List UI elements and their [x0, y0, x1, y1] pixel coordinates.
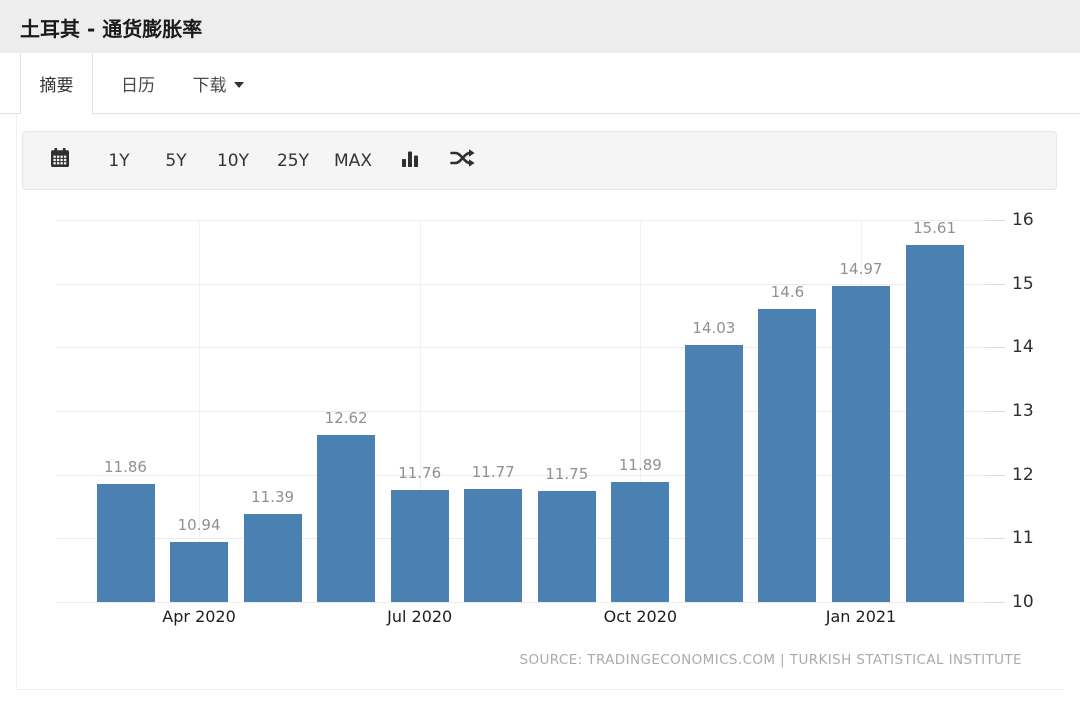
page-title: 土耳其 - 通货膨胀率 — [20, 17, 203, 41]
y-axis-tick — [985, 602, 1005, 603]
y-axis-tick — [985, 283, 1005, 285]
y-axis-label: 11 — [1012, 528, 1034, 549]
bar-value-label: 14.97 — [839, 259, 883, 278]
x-axis-label: Oct 2020 — [603, 607, 678, 626]
bar[interactable] — [243, 513, 302, 602]
y-axis-label: 10 — [1012, 592, 1034, 612]
panel-left-border — [16, 114, 17, 689]
bar[interactable] — [96, 483, 155, 602]
range-1y-button[interactable]: 1Y — [96, 141, 142, 181]
bar-value-label: 14.03 — [692, 319, 736, 338]
shuffle-icon — [449, 148, 475, 173]
tab-download[interactable]: 下载 — [180, 53, 256, 114]
range-10y-button[interactable]: 10Y — [210, 141, 256, 181]
range-25y-button[interactable]: 25Y — [270, 141, 316, 181]
chart-toolbar: 1Y 5Y 10Y 25Y MAX — [22, 131, 1057, 190]
y-axis-label: 14 — [1012, 337, 1034, 358]
bar-value-label: 15.61 — [913, 218, 957, 237]
tab-download-label: 下载 — [192, 76, 227, 96]
calendar-button[interactable] — [38, 141, 82, 181]
grid-line — [57, 220, 985, 221]
bar-chart-icon — [401, 149, 420, 173]
range-5y-button[interactable]: 5Y — [153, 141, 199, 181]
y-axis-label: 16 — [1012, 210, 1034, 230]
caret-down-icon — [233, 82, 244, 88]
y-axis-label: 15 — [1012, 273, 1034, 294]
bar[interactable] — [317, 435, 376, 602]
tab-bar: 摘要 日历 下载 — [0, 53, 1080, 114]
y-axis-tick — [985, 474, 1005, 476]
bar-value-label: 11.86 — [104, 457, 147, 476]
bar[interactable] — [684, 345, 743, 602]
bar-value-label: 11.89 — [618, 455, 662, 474]
chart-type-button[interactable] — [388, 141, 432, 181]
y-axis-label: 13 — [1012, 401, 1034, 421]
inflation-bar-chart: 10 11 12 13 14 15 16 Apr 2020 Jul 2020 Oct 2020 Ja… — [0, 195, 1080, 655]
panel-bottom-border — [16, 689, 1064, 690]
bar-value-label: 12.62 — [324, 409, 368, 428]
x-axis-label: Jan 2021 — [825, 607, 897, 626]
x-axis-label: Jul 2020 — [387, 607, 453, 626]
bar[interactable] — [170, 542, 229, 602]
bar-value-label: 11.39 — [251, 487, 295, 506]
bar-value-label: 14.6 — [770, 283, 805, 302]
bar[interactable] — [464, 489, 523, 602]
y-axis-tick — [985, 347, 1005, 349]
y-axis-label: 12 — [1012, 464, 1034, 485]
compare-button[interactable] — [440, 141, 484, 181]
page-header: 土耳其 - 通货膨胀率 — [0, 0, 1080, 53]
calendar-icon — [50, 148, 70, 173]
bar[interactable] — [390, 489, 449, 602]
y-axis-tick — [985, 411, 1005, 412]
bar[interactable] — [758, 309, 817, 602]
bar-value-label: 10.94 — [177, 516, 221, 535]
tab-calendar[interactable]: 日历 — [106, 53, 170, 114]
bar[interactable] — [537, 490, 596, 602]
bar[interactable] — [611, 481, 670, 602]
grid-line — [57, 283, 985, 285]
y-axis-tick — [985, 538, 1005, 540]
range-max-button[interactable]: MAX — [330, 141, 376, 181]
bar[interactable] — [905, 244, 964, 602]
y-axis-tick — [985, 220, 1005, 221]
source-attribution: SOURCE: TRADINGECONOMICS.COM | TURKISH S… — [519, 652, 1022, 668]
trading-economics-page: 土耳其 - 通货膨胀率 摘要 日历 下载 1Y 5Y 10Y 25Y MAX 1… — [0, 0, 1080, 707]
grid-line — [57, 602, 985, 603]
tab-summary[interactable]: 摘要 — [20, 53, 93, 114]
bar[interactable] — [832, 285, 890, 602]
x-axis-label: Apr 2020 — [162, 607, 236, 626]
